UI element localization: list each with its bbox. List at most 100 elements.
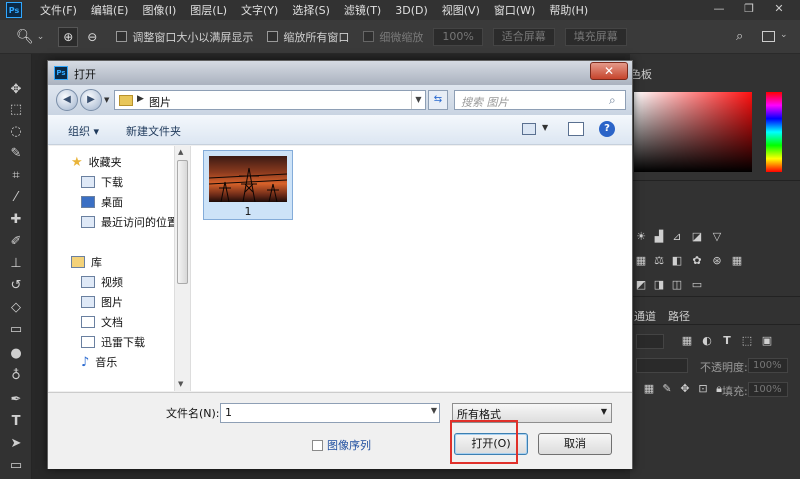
blur-tool-icon[interactable]: ● (6, 344, 26, 364)
posterize-icon[interactable]: ◨ (652, 279, 666, 291)
fill-field[interactable]: 100% (748, 382, 788, 397)
menu-file[interactable]: 文件(F) (40, 2, 77, 18)
resize-windows-option[interactable]: 调整窗口大小以满屏显示 (116, 29, 253, 45)
search-box[interactable]: 搜索 图片 ⌕ (454, 90, 626, 110)
nav-item-pictures[interactable]: 图片 (81, 294, 123, 310)
zoom-value-field[interactable]: 100% (433, 27, 483, 46)
pen-tool-icon[interactable]: ✒ (6, 390, 26, 410)
type-tool-icon[interactable]: T (6, 412, 26, 432)
brush-tool-icon[interactable]: ✐ (6, 232, 26, 252)
search-icon[interactable]: ⌕ (609, 93, 616, 108)
blend-mode-select[interactable] (636, 358, 688, 373)
cancel-button[interactable]: 取消 (538, 433, 612, 455)
scrubby-zoom-option[interactable]: 细微缩放 (363, 29, 423, 45)
address-dropdown-icon[interactable]: ▼ (411, 91, 425, 109)
filter-smart-object-icon[interactable]: ▣ (760, 335, 774, 347)
nav-item-desktop[interactable]: 桌面 (81, 194, 123, 210)
history-brush-tool-icon[interactable]: ↺ (6, 276, 26, 296)
nav-item-videos[interactable]: 视频 (81, 274, 123, 290)
checkbox-icon[interactable] (267, 31, 279, 42)
lock-position-icon[interactable]: ✥ (678, 383, 692, 395)
color-balance-icon[interactable]: ⚖ (652, 255, 666, 267)
image-sequence-option[interactable]: 图像序列 (312, 437, 371, 453)
exposure-icon[interactable]: ◪ (690, 231, 704, 243)
menu-view[interactable]: 视图(V) (442, 2, 480, 18)
preview-pane-icon[interactable] (568, 122, 584, 136)
recent-pages-chevron-icon[interactable]: ▼ (104, 96, 109, 104)
opacity-field[interactable]: 100% (748, 358, 788, 373)
filter-image-icon[interactable]: ▦ (680, 335, 694, 347)
menu-help[interactable]: 帮助(H) (549, 2, 588, 18)
address-bar[interactable]: ▶ 图片 ▼ (114, 90, 426, 110)
zoom-out-button[interactable]: ⊖ (82, 27, 102, 47)
menu-window[interactable]: 窗口(W) (494, 2, 535, 18)
crop-tool-icon[interactable]: ⌗ (6, 166, 26, 186)
healing-brush-tool-icon[interactable]: ✚ (6, 210, 26, 230)
image-sequence-checkbox[interactable] (312, 439, 323, 451)
vibrance-icon[interactable]: ▽ (710, 231, 724, 243)
view-options-chevron-icon[interactable]: ▼ (542, 123, 548, 132)
gradient-map-icon[interactable]: ▭ (690, 279, 704, 291)
breadcrumb-arrow-icon[interactable]: ▶ (137, 94, 144, 104)
tab-channels[interactable]: 通道 (634, 308, 656, 324)
menu-type[interactable]: 文字(Y) (241, 2, 278, 18)
menu-3d[interactable]: 3D(D) (395, 4, 428, 17)
search-icon[interactable]: ⌕ (736, 29, 743, 44)
nav-libraries[interactable]: 库 (71, 254, 102, 270)
path-select-tool-icon[interactable]: ➤ (6, 434, 26, 454)
checkbox-icon[interactable] (116, 31, 128, 42)
layer-filter-select[interactable] (636, 334, 664, 349)
dodge-tool-icon[interactable]: ♁ (6, 366, 26, 386)
minimize-icon[interactable]: — (712, 2, 726, 16)
filter-type-icon[interactable]: T (720, 335, 734, 347)
eyedropper-tool-icon[interactable]: ⁄ (6, 188, 26, 208)
new-folder-button[interactable]: 新建文件夹 (126, 123, 181, 139)
fill-screen-button[interactable]: 填充屏幕 (564, 27, 627, 46)
chevron-down-icon[interactable]: ▼ (431, 406, 437, 415)
menu-layer[interactable]: 图层(L) (190, 2, 227, 18)
marquee-tool-icon[interactable]: ⬚ (6, 100, 26, 120)
hue-saturation-icon[interactable]: ▦ (634, 255, 648, 267)
restore-icon[interactable]: ❐ (742, 2, 756, 16)
curves-icon[interactable]: ⊿ (670, 231, 684, 243)
menu-filter[interactable]: 滤镜(T) (344, 2, 381, 18)
dialog-close-button[interactable]: ✕ (590, 62, 628, 80)
lock-pixels-icon[interactable]: ✎ (660, 383, 674, 395)
lock-artboard-icon[interactable]: ⊡ (696, 383, 710, 395)
scroll-down-arrow-icon[interactable]: ▼ (178, 380, 183, 388)
photo-filter-icon[interactable]: ✿ (690, 255, 704, 267)
nav-item-recent-places[interactable]: 最近访问的位置 (81, 214, 178, 230)
forward-button[interactable]: ▶ (80, 89, 102, 111)
nav-item-documents[interactable]: 文档 (81, 314, 123, 330)
filename-field[interactable]: 1 ▼ (220, 403, 440, 423)
black-white-icon[interactable]: ◧ (670, 255, 684, 267)
nav-item-downloads[interactable]: 下载 (81, 174, 123, 190)
filter-shape-icon[interactable]: ⬚ (740, 335, 754, 347)
nav-item-thunder-downloads[interactable]: 迅雷下载 (81, 334, 145, 350)
filter-adjustment-icon[interactable]: ◐ (700, 335, 714, 347)
channel-mixer-icon[interactable]: ⊛ (710, 255, 724, 267)
rectangle-tool-icon[interactable]: ▭ (6, 456, 26, 476)
close-icon[interactable]: ✕ (772, 2, 786, 16)
breadcrumb-current[interactable]: 图片 (149, 94, 171, 110)
chevron-down-icon[interactable]: ▼ (601, 407, 607, 416)
tab-swatches[interactable]: 色板 (630, 66, 652, 82)
levels-icon[interactable]: ▟ (652, 231, 666, 243)
color-picker-field[interactable] (634, 92, 752, 172)
scroll-up-arrow-icon[interactable]: ▲ (178, 148, 183, 156)
workspace-icon[interactable] (762, 31, 775, 42)
clone-stamp-tool-icon[interactable]: ⊥ (6, 254, 26, 274)
menu-edit[interactable]: 编辑(E) (91, 2, 129, 18)
fit-screen-button[interactable]: 适合屏幕 (492, 27, 555, 46)
menu-select[interactable]: 选择(S) (292, 2, 330, 18)
back-button[interactable]: ◀ (56, 89, 78, 111)
chevron-down-icon[interactable]: ⌄ (37, 32, 45, 42)
quick-select-tool-icon[interactable]: ✎ (6, 144, 26, 164)
nav-favorites[interactable]: ★ 收藏夹 (71, 154, 122, 170)
search-input[interactable]: 搜索 图片 (461, 94, 509, 110)
chevron-down-icon[interactable]: ⌄ (780, 30, 788, 40)
lasso-tool-icon[interactable]: ◌ (6, 122, 26, 142)
color-lookup-icon[interactable]: ▦ (730, 255, 744, 267)
file-item[interactable]: 1 (203, 150, 293, 220)
help-icon[interactable]: ? (599, 121, 615, 137)
